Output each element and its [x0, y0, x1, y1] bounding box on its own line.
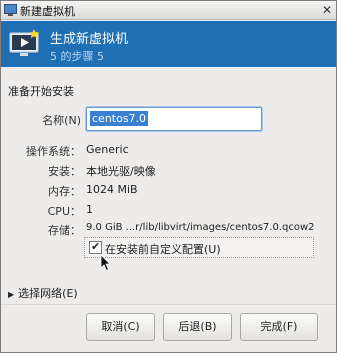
cancel-button[interactable]: 取消(C) [86, 313, 155, 341]
close-icon[interactable]: ✕ [322, 3, 332, 17]
install-value: 本地光驱/映像 [86, 165, 156, 178]
customize-before-install-checkbox[interactable]: ✔ 在安装前自定义配置(U) [84, 237, 314, 258]
memory-value: 1024 MiB [86, 183, 138, 196]
customize-label: 在安装前自定义配置(U) [105, 243, 221, 256]
section-title: 准备开始安装 [8, 85, 74, 98]
memory-label: 内存： [48, 185, 81, 198]
finish-button[interactable]: 完成(F) [240, 313, 318, 341]
cpu-label: CPU： [47, 205, 81, 218]
network-expander-label: 选择网络(E) [18, 287, 78, 300]
name-input[interactable]: centos7.0 [86, 107, 262, 131]
cpu-value: 1 [86, 203, 93, 216]
vm-app-icon [4, 4, 17, 16]
wizard-header: 生成新虚拟机 5 的步骤 5 [1, 21, 336, 67]
check-icon: ✔ [91, 240, 101, 253]
network-selection-expander[interactable]: ▶ 选择网络(E) [8, 285, 78, 301]
wizard-step: 5 的步骤 5 [50, 50, 104, 63]
install-label: 安装： [48, 165, 81, 178]
new-vm-dialog: 新建虚拟机 ✕ 生成新虚拟机 5 的步骤 5 准备开始安装 名称(N) cent… [0, 0, 337, 353]
name-label: 名称(N) [42, 114, 81, 127]
back-button[interactable]: 后退(B) [163, 313, 232, 341]
storage-value: 9.0 GiB ...r/lib/libvirt/images/centos7.… [86, 222, 315, 233]
title-bar[interactable]: 新建虚拟机 ✕ [1, 1, 336, 20]
window-title: 新建虚拟机 [20, 5, 75, 18]
monitor-play-icon [9, 29, 39, 56]
os-value: Generic [86, 143, 129, 156]
checkbox-box[interactable]: ✔ [89, 240, 102, 254]
expand-arrow-icon: ▶ [8, 290, 15, 299]
wizard-title: 生成新虚拟机 [50, 32, 129, 47]
mouse-cursor-icon [100, 254, 111, 272]
storage-label: 存储： [48, 224, 81, 237]
divider [1, 304, 336, 305]
name-input-value: centos7.0 [90, 111, 149, 126]
wizard-body: 准备开始安装 名称(N) centos7.0 操作系统： Generic 安装：… [1, 67, 336, 353]
os-label: 操作系统： [26, 145, 81, 158]
